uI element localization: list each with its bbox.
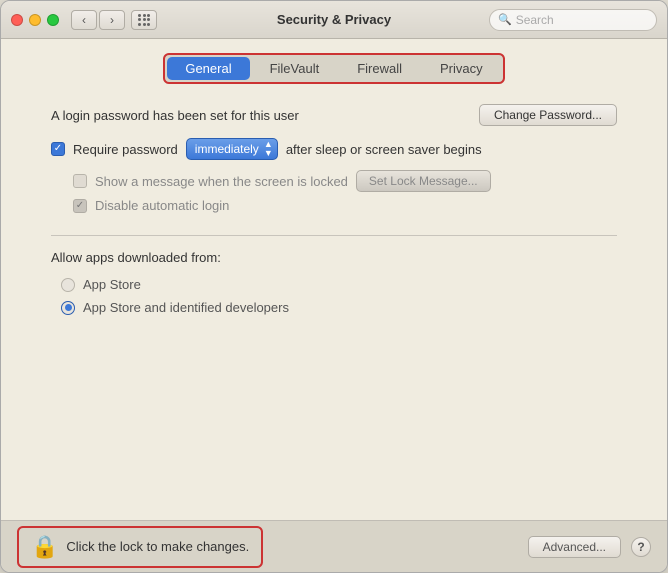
close-button[interactable] bbox=[11, 14, 23, 26]
radio-app-store[interactable] bbox=[61, 278, 75, 292]
login-password-text: A login password has been set for this u… bbox=[51, 108, 299, 123]
maximize-button[interactable] bbox=[47, 14, 59, 26]
tab-filevault[interactable]: FileVault bbox=[252, 57, 338, 80]
forward-arrow-icon: › bbox=[110, 13, 114, 27]
set-lock-message-button[interactable]: Set Lock Message... bbox=[356, 170, 491, 192]
allow-apps-label: Allow apps downloaded from: bbox=[51, 250, 617, 265]
tabs-wrapper: General FileVault Firewall Privacy bbox=[1, 39, 667, 94]
help-button[interactable]: ? bbox=[631, 537, 651, 557]
advanced-button[interactable]: Advanced... bbox=[528, 536, 621, 558]
title-bar: ‹ › Security & Privacy 🔍 Search bbox=[1, 1, 667, 39]
tab-privacy[interactable]: Privacy bbox=[422, 57, 501, 80]
radio-app-store-developers-label: App Store and identified developers bbox=[83, 300, 289, 315]
radio-app-store-developers-row: App Store and identified developers bbox=[61, 300, 617, 315]
require-password-label: Require password bbox=[73, 142, 178, 157]
check-disabled-icon: ✓ bbox=[76, 200, 84, 211]
window-title: Security & Privacy bbox=[277, 12, 391, 27]
require-password-checkbox[interactable]: ✓ bbox=[51, 142, 65, 156]
window: ‹ › Security & Privacy 🔍 Search General … bbox=[0, 0, 668, 573]
require-password-row: ✓ Require password immediately ▲▼ after … bbox=[51, 138, 617, 160]
grid-icon bbox=[138, 14, 150, 26]
tabs-container: General FileVault Firewall Privacy bbox=[163, 53, 504, 84]
radio-app-store-developers[interactable] bbox=[61, 301, 75, 315]
change-password-button[interactable]: Change Password... bbox=[479, 104, 617, 126]
after-sleep-text: after sleep or screen saver begins bbox=[286, 142, 482, 157]
show-message-label: Show a message when the screen is locked bbox=[95, 174, 348, 189]
login-password-row: A login password has been set for this u… bbox=[51, 104, 617, 126]
search-icon: 🔍 bbox=[498, 13, 512, 26]
radio-selected-dot bbox=[65, 304, 72, 311]
back-button[interactable]: ‹ bbox=[71, 10, 97, 30]
disable-auto-login-checkbox[interactable]: ✓ bbox=[73, 199, 87, 213]
lock-icon: 🔒 bbox=[31, 534, 58, 560]
apps-grid-button[interactable] bbox=[131, 10, 157, 30]
disable-auto-login-row: ✓ Disable automatic login bbox=[73, 198, 617, 213]
radio-app-store-label: App Store bbox=[83, 277, 141, 292]
divider bbox=[51, 235, 617, 236]
tab-firewall[interactable]: Firewall bbox=[339, 57, 420, 80]
search-placeholder: Search bbox=[516, 13, 554, 27]
content-area: A login password has been set for this u… bbox=[1, 94, 667, 520]
bottom-bar: 🔒 Click the lock to make changes. Advanc… bbox=[1, 520, 667, 572]
forward-button[interactable]: › bbox=[99, 10, 125, 30]
nav-buttons: ‹ › bbox=[71, 10, 125, 30]
back-arrow-icon: ‹ bbox=[82, 13, 86, 27]
bottom-right-controls: Advanced... ? bbox=[528, 536, 651, 558]
show-message-row: Show a message when the screen is locked… bbox=[73, 170, 617, 192]
check-icon: ✓ bbox=[54, 144, 62, 154]
lock-text: Click the lock to make changes. bbox=[66, 539, 249, 554]
search-bar[interactable]: 🔍 Search bbox=[489, 9, 657, 31]
immediately-value: immediately bbox=[195, 142, 259, 156]
tab-general[interactable]: General bbox=[167, 57, 249, 80]
show-message-checkbox[interactable] bbox=[73, 174, 87, 188]
minimize-button[interactable] bbox=[29, 14, 41, 26]
password-timing-dropdown[interactable]: immediately ▲▼ bbox=[186, 138, 278, 160]
dropdown-arrow-icon: ▲▼ bbox=[264, 140, 273, 158]
lock-area[interactable]: 🔒 Click the lock to make changes. bbox=[17, 526, 263, 568]
radio-app-store-row: App Store bbox=[61, 277, 617, 292]
disable-auto-login-label: Disable automatic login bbox=[95, 198, 229, 213]
traffic-lights bbox=[11, 14, 59, 26]
